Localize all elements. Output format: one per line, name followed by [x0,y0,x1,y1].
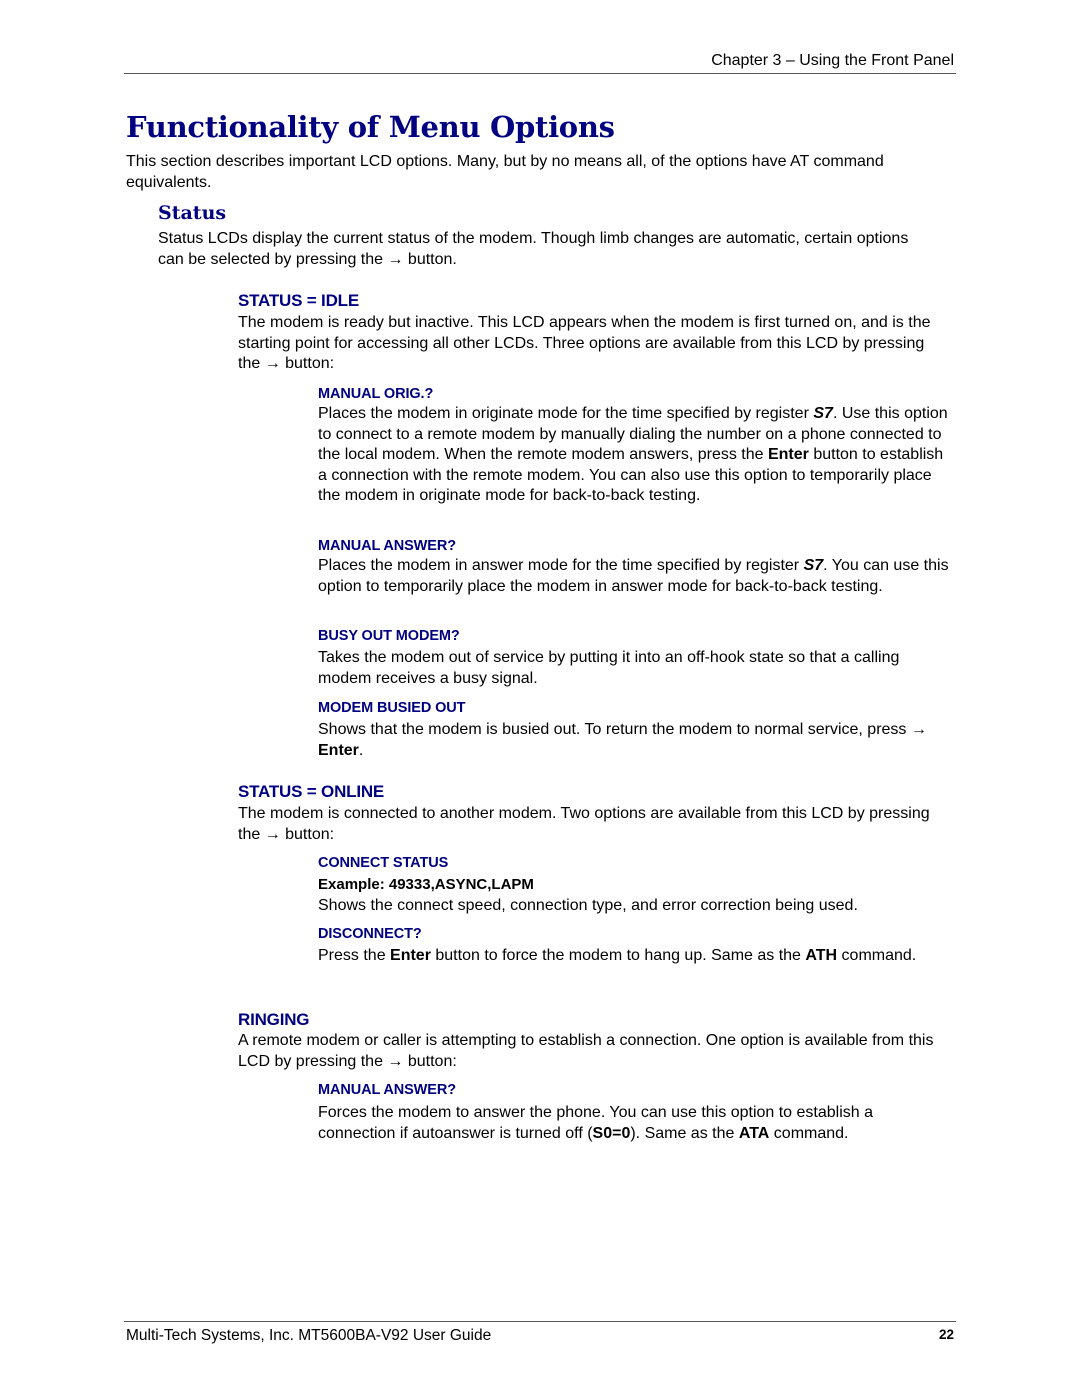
option-modem-busied-out: MODEM BUSIED OUT [318,700,466,716]
page-number: 22 [938,1327,954,1342]
text: The modem is ready but inactive. This LC… [238,314,931,372]
status-paragraph: Status LCDs display the current status o… [158,229,938,270]
text: button: [403,1052,457,1070]
enter-key-label: Enter [318,741,359,759]
connect-status-example: Example: 49333,ASYNC,LAPM [318,876,534,893]
manual-answer-paragraph: Places the modem in answer mode for the … [318,556,958,597]
right-arrow-icon: → [264,355,281,372]
intro-paragraph: This section describes important LCD opt… [126,153,884,191]
header-rule [124,73,956,74]
at-command: ATA [738,1124,770,1142]
heading-status-idle: STATUS = IDLE [238,291,359,310]
right-arrow-icon: → [387,250,404,268]
register-name: S7 [803,557,824,574]
option-busy-out-modem: BUSY OUT MODEM? [318,628,460,644]
text: Places the modem in originate mode for t… [318,405,814,422]
text: Status LCDs display the current status o… [158,230,909,268]
disconnect-paragraph: Press the Enter button to force the mode… [318,946,938,967]
right-arrow-icon: → [910,721,927,738]
text: Press the [318,947,391,964]
option-manual-answer: MANUAL ANSWER? [318,538,456,554]
text: Shows that the modem is busied out. To r… [318,721,911,738]
ringing-manual-answer-paragraph: Forces the modem to answer the phone. Yo… [318,1103,948,1144]
chapter-header: Chapter 3 – Using the Front Panel [711,52,954,69]
section-heading-status: Status [158,202,227,224]
right-arrow-icon: → [264,825,281,843]
text: button to force the modem to hang up. Sa… [430,947,806,964]
text: ). Same as the [630,1124,739,1142]
text: command. [769,1124,849,1142]
busy-out-paragraph: Takes the modem out of service by puttin… [318,649,900,687]
right-arrow-icon: → [387,1052,404,1070]
heading-ringing: RINGING [238,1010,310,1029]
enter-key-label: Enter [390,947,431,964]
busied-out-paragraph: Shows that the modem is busied out. To r… [318,720,938,761]
footer-guide-title: Multi-Tech Systems, Inc. MT5600BA-V92 Us… [126,1327,492,1344]
online-paragraph: The modem is connected to another modem.… [238,804,950,845]
option-connect-status: CONNECT STATUS [318,855,449,871]
page-title: Functionality of Menu Options [126,110,615,144]
text: button: [280,355,335,372]
enter-key-label: Enter [767,446,809,463]
option-ringing-manual-answer: MANUAL ANSWER? [318,1082,456,1098]
register-name: S7 [813,405,833,422]
text: button: [280,825,335,843]
footer-rule [124,1321,956,1322]
option-disconnect: DISCONNECT? [318,926,422,942]
at-command: ATH [805,947,838,964]
text: A remote modem or caller is attempting t… [238,1032,934,1070]
idle-paragraph: The modem is ready but inactive. This LC… [238,313,950,375]
text: . [358,741,364,759]
text: button. [403,250,457,268]
manual-orig-paragraph: Places the modem in originate mode for t… [318,404,954,507]
text: The modem is connected to another modem.… [238,805,930,843]
heading-status-online: STATUS = ONLINE [238,782,385,801]
text: Places the modem in answer mode for the … [318,557,804,574]
connect-status-paragraph: Shows the connect speed, connection type… [318,897,858,914]
text: command. [837,947,917,964]
ringing-paragraph: A remote modem or caller is attempting t… [238,1031,950,1072]
register-setting: S0=0 [592,1124,631,1142]
option-manual-orig: MANUAL ORIG.? [318,386,434,402]
